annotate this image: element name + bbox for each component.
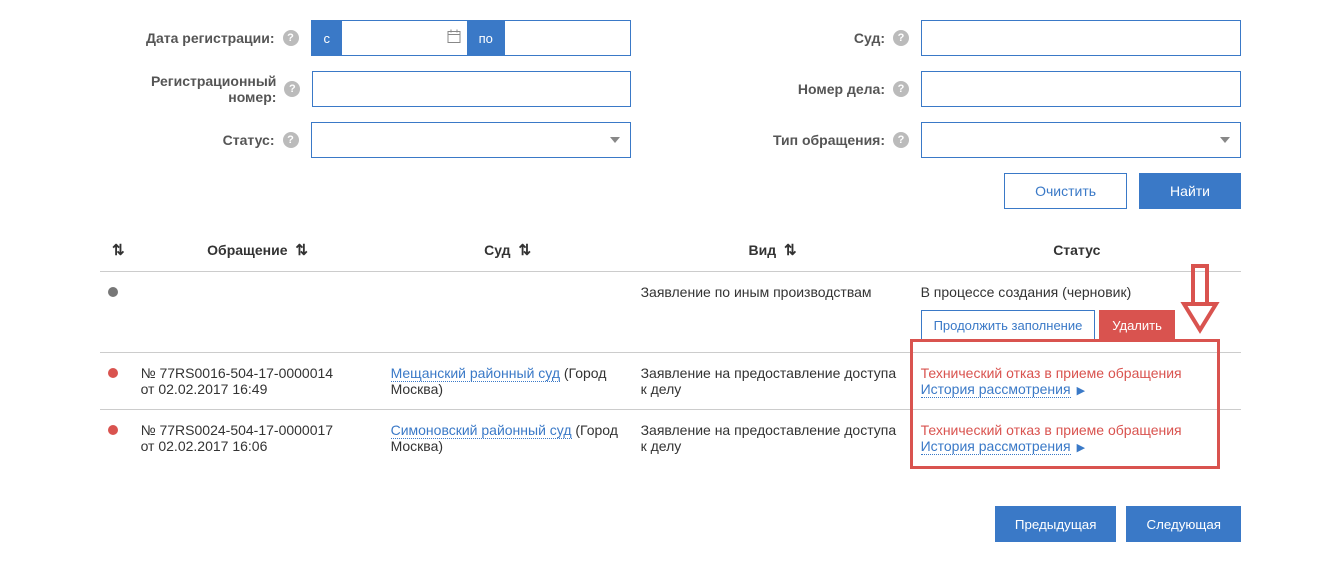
cell-court: Симоновский районный суд (Город Москва)	[383, 410, 633, 467]
results-table: ⇅ Обращение ⇅ Суд ⇅ Вид ⇅ Статус Заявлен…	[100, 229, 1241, 466]
continue-button[interactable]: Продолжить заполнение	[921, 310, 1096, 340]
status-dot-icon	[108, 368, 118, 378]
type-select[interactable]	[921, 122, 1241, 158]
history-link[interactable]: История рассмотрения	[921, 381, 1071, 398]
annotation-arrow-icon	[1180, 264, 1220, 337]
case-num-input[interactable]	[921, 71, 1241, 107]
sort-icon: ⇅	[112, 241, 125, 259]
cell-kind: Заявление по иным производствам	[633, 272, 913, 353]
clear-button[interactable]: Очистить	[1004, 173, 1127, 209]
label-status: Статус:	[223, 132, 281, 148]
filter-buttons: Очистить Найти	[711, 173, 1242, 209]
date-from-label: с	[312, 21, 343, 55]
help-icon[interactable]: ?	[893, 132, 909, 148]
col-dot[interactable]: ⇅	[100, 229, 133, 272]
cell-court	[383, 272, 633, 353]
pager: Предыдущая Следующая	[100, 506, 1241, 542]
prev-button[interactable]: Предыдущая	[995, 506, 1117, 542]
date-from-input[interactable]	[342, 21, 467, 55]
label-type: Тип обращения:	[773, 132, 891, 148]
row-court: Суд: ?	[711, 20, 1242, 56]
court-input[interactable]	[921, 20, 1241, 56]
row-reg-date: Дата регистрации: ? с по	[100, 20, 631, 56]
court-link[interactable]: Мещанский районный суд	[391, 365, 560, 382]
label-court: Суд:	[854, 30, 891, 46]
triangle-right-icon: ▶	[1077, 441, 1085, 454]
help-icon[interactable]: ?	[893, 30, 909, 46]
table-row: № 77RS0024-504-17-0000017 от 02.02.2017 …	[100, 410, 1241, 467]
col-request[interactable]: Обращение ⇅	[133, 229, 383, 272]
label-case-num: Номер дела:	[798, 81, 891, 97]
date-range-input: с по	[311, 20, 631, 56]
row-case-num: Номер дела: ?	[711, 71, 1242, 107]
date-to-input[interactable]	[505, 21, 630, 55]
cell-kind: Заявление на предоставление доступа к де…	[633, 410, 913, 467]
table-row: Заявление по иным производствам В процес…	[100, 272, 1241, 353]
date-to-label: по	[467, 21, 505, 55]
col-court[interactable]: Суд ⇅	[383, 229, 633, 272]
cell-request	[133, 272, 383, 353]
sort-icon: ⇅	[295, 241, 308, 259]
filter-form: Дата регистрации: ? с по Суд: ? Регистра…	[100, 20, 1241, 209]
help-icon[interactable]: ?	[893, 81, 909, 97]
row-reg-num: Регистрационный номер: ?	[100, 71, 631, 107]
help-icon[interactable]: ?	[284, 81, 300, 97]
row-type: Тип обращения: ?	[711, 122, 1242, 158]
reg-num-input[interactable]	[312, 71, 630, 107]
row-status: Статус: ?	[100, 122, 631, 158]
help-icon[interactable]: ?	[283, 132, 299, 148]
delete-button[interactable]: Удалить	[1099, 310, 1175, 340]
status-select[interactable]	[311, 122, 631, 158]
next-button[interactable]: Следующая	[1126, 506, 1241, 542]
cell-status: Технический отказ в приеме обращения Ист…	[913, 353, 1241, 410]
label-reg-num: Регистрационный номер:	[100, 73, 282, 105]
find-button[interactable]: Найти	[1139, 173, 1241, 209]
table-row: № 77RS0016-504-17-0000014 от 02.02.2017 …	[100, 353, 1241, 410]
cell-status: Технический отказ в приеме обращения Ист…	[913, 410, 1241, 467]
cell-kind: Заявление на предоставление доступа к де…	[633, 353, 913, 410]
cell-request: № 77RS0024-504-17-0000017 от 02.02.2017 …	[133, 410, 383, 467]
sort-icon: ⇅	[784, 241, 797, 259]
label-reg-date: Дата регистрации:	[146, 30, 281, 46]
triangle-right-icon: ▶	[1077, 384, 1085, 397]
chevron-down-icon	[610, 137, 620, 143]
status-dot-icon	[108, 425, 118, 435]
court-link[interactable]: Симоновский районный суд	[391, 422, 572, 439]
history-link[interactable]: История рассмотрения	[921, 438, 1071, 455]
col-kind[interactable]: Вид ⇅	[633, 229, 913, 272]
cell-request: № 77RS0016-504-17-0000014 от 02.02.2017 …	[133, 353, 383, 410]
calendar-icon[interactable]	[447, 30, 461, 47]
chevron-down-icon	[1220, 137, 1230, 143]
sort-icon: ⇅	[518, 241, 531, 259]
cell-court: Мещанский районный суд (Город Москва)	[383, 353, 633, 410]
help-icon[interactable]: ?	[283, 30, 299, 46]
status-dot-icon	[108, 287, 118, 297]
